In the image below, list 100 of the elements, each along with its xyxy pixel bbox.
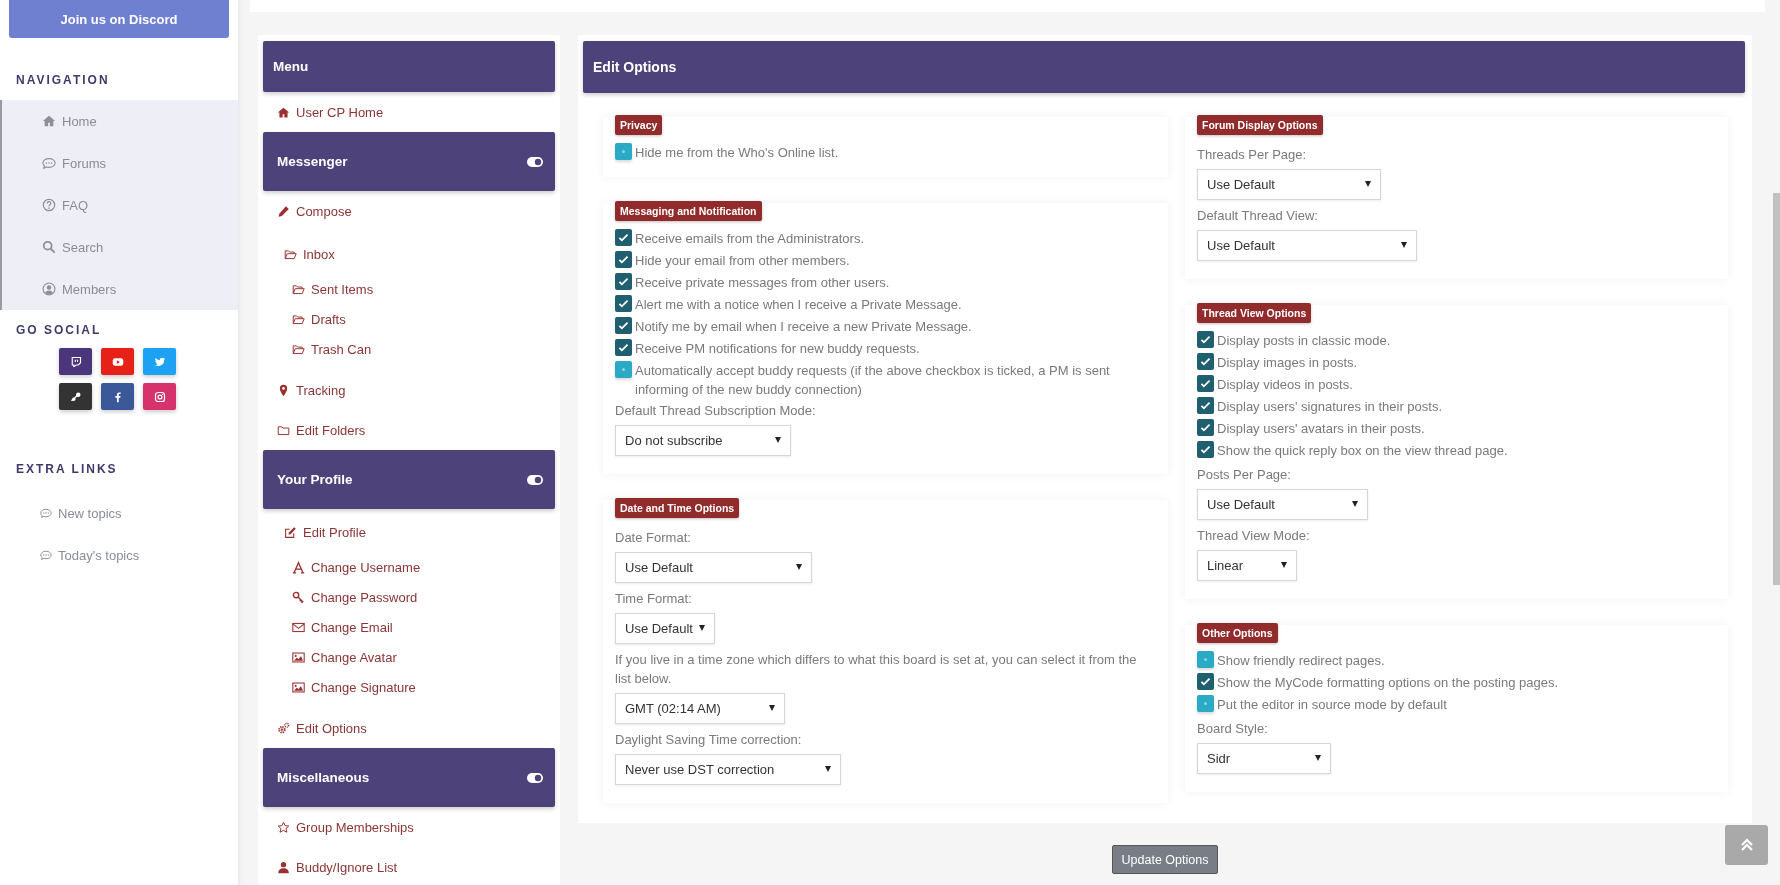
edit-icon [284, 525, 297, 539]
menu-link[interactable]: Edit Folders [263, 410, 555, 450]
user-circle-icon [42, 282, 56, 296]
section-label: Other Options [1197, 623, 1278, 643]
checkbox-label: Display users' avatars in their posts. [1217, 420, 1425, 438]
checkbox[interactable] [1197, 353, 1214, 370]
image-icon [292, 650, 305, 664]
dropdown[interactable]: Sidr [1197, 743, 1331, 774]
caret-icon [1401, 242, 1407, 248]
field-label: Date Format: [615, 529, 692, 547]
menu-link[interactable]: Drafts [263, 304, 555, 334]
dropdown[interactable]: Use Default [1197, 489, 1368, 520]
menu-link[interactable]: Group Memberships [263, 807, 555, 847]
checkbox[interactable] [1197, 397, 1214, 414]
checkbox-label: Receive emails from the Administrators. [635, 230, 865, 248]
checkbox-label: Receive PM notifications for new buddy requests. [635, 340, 920, 358]
checkbox-label: Display videos in posts. [1217, 376, 1353, 394]
social-button[interactable] [101, 348, 134, 375]
checkbox[interactable] [1197, 441, 1214, 458]
chat-bubble-icon [40, 549, 52, 561]
folder-icon [277, 423, 290, 437]
menu-link[interactable]: Sent Items [263, 274, 555, 304]
extra-link[interactable]: Today's topics [0, 534, 238, 576]
open-folder-icon [292, 342, 305, 356]
caret-icon [1365, 181, 1371, 187]
checkbox[interactable] [615, 273, 632, 290]
checkbox[interactable] [615, 143, 632, 160]
menu-link[interactable]: Buddy/Ignore List [263, 847, 555, 885]
dropdown[interactable]: Use Default [1197, 230, 1417, 261]
checkbox[interactable] [1197, 651, 1214, 668]
checkbox[interactable] [615, 295, 632, 312]
menu-title: Messenger [277, 154, 348, 169]
check-icon [1199, 399, 1212, 412]
caret-icon [1281, 562, 1287, 568]
dropdown[interactable]: Do not subscribe [615, 425, 791, 456]
dropdown[interactable]: GMT (02:14 AM) [615, 693, 785, 724]
check-icon [1199, 333, 1212, 346]
caret-icon [1352, 501, 1358, 507]
checkbox[interactable] [615, 229, 632, 246]
checkbox[interactable] [1197, 331, 1214, 348]
menu-link[interactable]: Trash Can [263, 334, 555, 364]
check-icon [617, 319, 630, 332]
checkbox-label: Put the editor in source mode by default [1217, 696, 1447, 714]
scrollbar[interactable] [1773, 193, 1780, 585]
social-button[interactable] [59, 383, 92, 410]
social-button[interactable] [59, 348, 92, 375]
check-icon [1199, 421, 1212, 434]
dropdown[interactable]: Linear [1197, 550, 1297, 581]
checkbox[interactable] [1197, 375, 1214, 392]
check-icon [617, 297, 630, 310]
discord-button[interactable]: Join us on Discord [9, 0, 229, 38]
checkbox[interactable] [615, 361, 632, 378]
menu-link[interactable]: Inbox [263, 234, 555, 274]
checkbox[interactable] [615, 317, 632, 334]
menu-link[interactable]: Edit Profile [263, 512, 555, 552]
menu-link[interactable]: Change Password [263, 582, 555, 612]
menu-link[interactable]: Tracking [263, 370, 555, 410]
dropdown[interactable]: Use Default [615, 613, 715, 644]
social-button[interactable] [143, 383, 176, 410]
menu-link[interactable]: Change Username [263, 552, 555, 582]
caret-icon [769, 705, 775, 711]
menu-link[interactable]: User CP Home [263, 92, 555, 132]
field-label: Board Style: [1197, 720, 1269, 738]
dropdown[interactable]: Never use DST correction [615, 754, 841, 785]
social-button[interactable] [101, 383, 134, 410]
checkbox-label: Automatically accept buddy requests (if the above checkbox is ticked, a PM is sent informing of the new buddy connection) [635, 362, 1111, 399]
section-label: Thread View Options [1197, 303, 1312, 323]
knob-icon [69, 390, 82, 403]
menu-link[interactable]: Edit Options [263, 708, 555, 748]
star-icon [277, 820, 290, 834]
checkbox[interactable] [615, 339, 632, 356]
checkbox-label: Display images in posts. [1217, 354, 1358, 372]
chat-bubble-icon [42, 156, 56, 170]
check-icon [1199, 355, 1212, 368]
checkbox[interactable] [1197, 419, 1214, 436]
dropdown[interactable]: Use Default [1197, 169, 1381, 200]
menu-link[interactable]: Change Signature [263, 672, 555, 702]
section-label: Date and Time Options [615, 498, 740, 518]
caret-icon [1315, 755, 1321, 761]
caret-icon [775, 437, 781, 443]
open-folder-icon [284, 247, 297, 261]
dot-icon [1204, 658, 1207, 661]
dot-icon [622, 368, 625, 371]
menu-link[interactable]: Compose [263, 191, 555, 231]
dropdown[interactable]: Use Default [615, 552, 812, 583]
gears-icon [277, 721, 290, 735]
menu-link[interactable]: Change Avatar [263, 642, 555, 672]
checkbox[interactable] [1197, 695, 1214, 712]
key-icon [292, 590, 305, 604]
checkbox[interactable] [615, 251, 632, 268]
checkbox-label: Display posts in classic mode. [1217, 332, 1391, 350]
checkbox[interactable] [1197, 673, 1214, 690]
section-heading: GO SOCIAL [15, 322, 103, 339]
checkbox-label: Display users' signatures in their posts. [1217, 398, 1443, 416]
checkbox-label: Show friendly redirect pages. [1217, 652, 1385, 670]
extra-link[interactable]: New topics [0, 492, 238, 534]
section-label: Forum Display Options [1197, 115, 1323, 135]
update-button[interactable]: Update Options [1111, 845, 1219, 874]
menu-link[interactable]: Change Email [263, 612, 555, 642]
checkbox-label: Receive private messages from other users. [635, 274, 890, 292]
